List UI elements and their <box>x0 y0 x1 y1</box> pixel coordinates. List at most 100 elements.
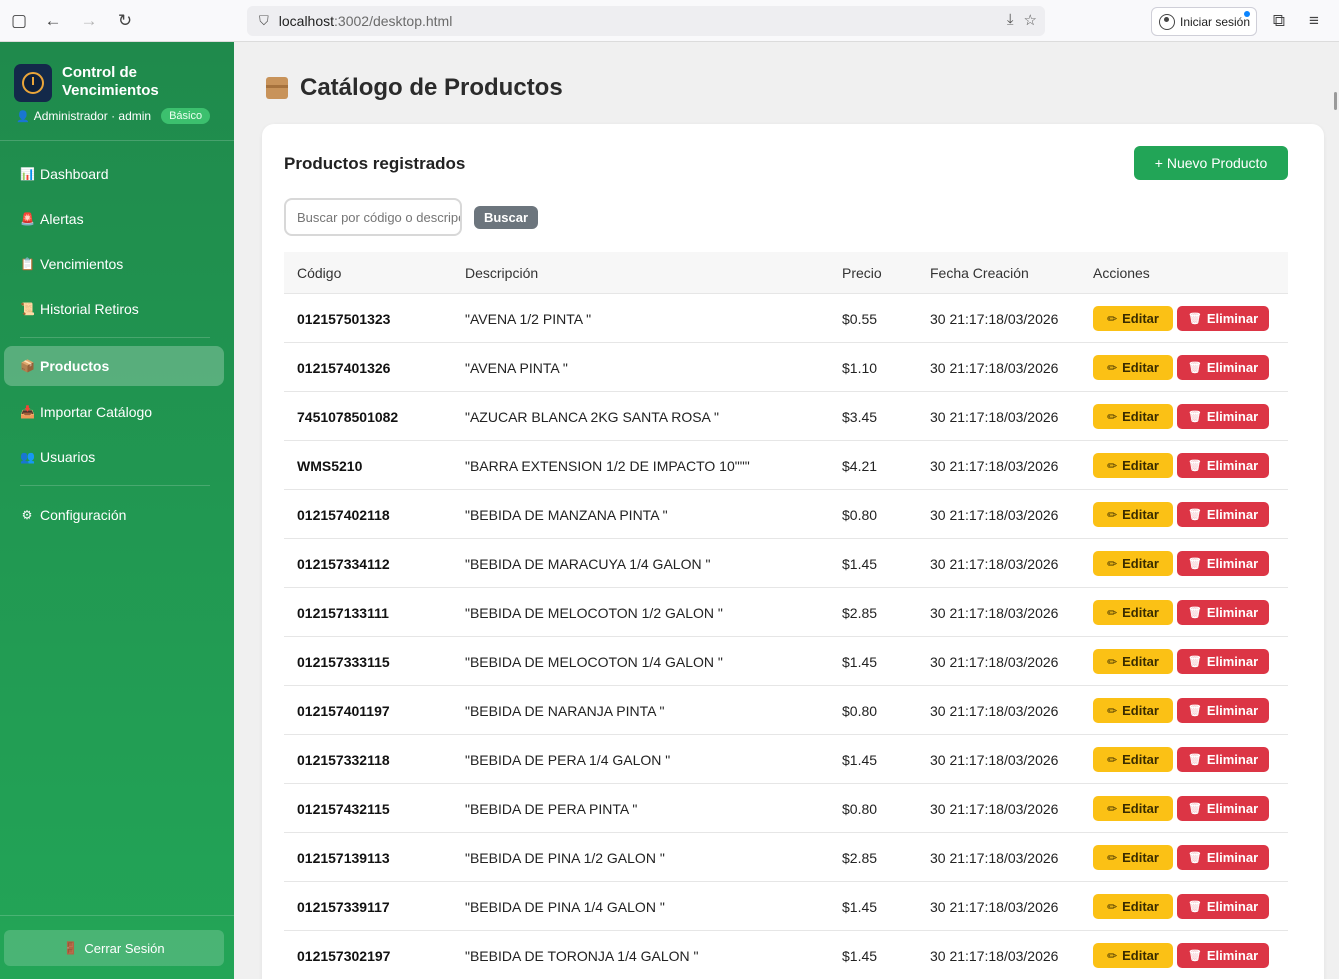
trash-icon: 🗑 <box>1187 460 1202 472</box>
divider <box>0 915 234 916</box>
edit-button[interactable]: ✏ Editar <box>1093 649 1173 674</box>
delete-button[interactable]: 🗑 Eliminar <box>1177 404 1269 429</box>
edit-button[interactable]: ✏ Editar <box>1093 943 1173 968</box>
scrollbar-thumb[interactable] <box>1334 92 1337 110</box>
edit-label: Editar <box>1122 703 1159 718</box>
column-header-actions: Acciones <box>1093 265 1150 281</box>
card-title: Productos registrados <box>284 154 466 173</box>
download-page-icon[interactable]: ⤓ <box>1007 11 1014 29</box>
product-created-date: 30 21:17:18/03/2026 <box>930 507 1059 523</box>
sidebar-item-configuracion[interactable]: ⚙ Configuración <box>4 495 224 535</box>
trash-icon: 🗑 <box>1187 754 1202 766</box>
divider <box>20 337 210 338</box>
edit-button[interactable]: ✏ Editar <box>1093 306 1173 331</box>
edit-button[interactable]: ✏ Editar <box>1093 747 1173 772</box>
delete-label: Eliminar <box>1206 850 1259 865</box>
signin-label: Iniciar sesión <box>1180 14 1251 29</box>
delete-button[interactable]: 🗑 Eliminar <box>1177 943 1269 968</box>
product-code: 7451078501082 <box>297 409 399 425</box>
delete-button[interactable]: 🗑 Eliminar <box>1177 747 1269 772</box>
new-product-button[interactable]: + Nuevo Producto <box>1134 146 1288 180</box>
edit-button[interactable]: ✏ Editar <box>1093 796 1173 821</box>
delete-button[interactable]: 🗑 Eliminar <box>1177 796 1269 821</box>
edit-label: Editar <box>1122 556 1159 571</box>
product-price: $1.45 <box>842 752 878 768</box>
product-created-date: 30 21:17:18/03/2026 <box>930 311 1059 327</box>
product-price: $1.10 <box>842 360 878 376</box>
delete-button[interactable]: 🗑 Eliminar <box>1177 698 1269 723</box>
product-code: 012157339117 <box>297 899 390 915</box>
sidebar-item-label: Alertas <box>40 211 84 227</box>
delete-button[interactable]: 🗑 Eliminar <box>1177 502 1269 527</box>
column-header-description[interactable]: Descripción <box>465 265 538 281</box>
edit-button[interactable]: ✏ Editar <box>1093 894 1173 919</box>
sidebar-item-usuarios[interactable]: 👥 Usuarios <box>4 437 224 477</box>
product-description: "BEBIDA DE MANZANA PINTA " <box>465 507 668 523</box>
product-created-date: 30 21:17:18/03/2026 <box>930 605 1059 621</box>
sidebar-item-vencimientos[interactable]: 📋 Vencimientos <box>4 244 224 284</box>
edit-button[interactable]: ✏ Editar <box>1093 502 1173 527</box>
edit-button[interactable]: ✏ Editar <box>1093 355 1173 380</box>
brand: Control de Vencimientos <box>14 64 182 102</box>
delete-label: Eliminar <box>1206 801 1259 816</box>
edit-button[interactable]: ✏ Editar <box>1093 698 1173 723</box>
delete-button[interactable]: 🗑 Eliminar <box>1177 845 1269 870</box>
edit-button[interactable]: ✏ Editar <box>1093 453 1173 478</box>
table-header: Código Descripción Precio Fecha Creación… <box>284 252 1288 294</box>
bookmark-star-icon[interactable]: ☆ <box>1024 11 1037 29</box>
search-input[interactable] <box>284 198 462 236</box>
column-header-code[interactable]: Código <box>297 265 341 281</box>
sidebar-item-dashboard[interactable]: 📊 Dashboard <box>4 154 224 194</box>
table-row: 012157339117 "BEBIDA DE PINA 1/4 GALON " $… <box>284 882 1288 931</box>
product-description: "BEBIDA DE TORONJA 1/4 GALON " <box>465 948 699 964</box>
address-bar[interactable]: ⛉ localhost:3002/desktop.html ⤓ ☆ <box>247 6 1045 36</box>
edit-button[interactable]: ✏ Editar <box>1093 551 1173 576</box>
back-arrow-icon[interactable]: ← <box>40 8 66 34</box>
pencil-icon: ✏ <box>1107 703 1118 718</box>
delete-button[interactable]: 🗑 Eliminar <box>1177 649 1269 674</box>
trash-icon: 🗑 <box>1187 607 1202 619</box>
table-row: 012157332118 "BEBIDA DE PERA 1/4 GALON " $… <box>284 735 1288 784</box>
column-header-price[interactable]: Precio <box>842 265 882 281</box>
delete-button[interactable]: 🗑 Eliminar <box>1177 453 1269 478</box>
product-description: "AVENA PINTA " <box>465 360 568 376</box>
extensions-icon[interactable]: ⧉ <box>1266 8 1292 34</box>
table-row: 012157501323 "AVENA 1/2 PINTA " $0.55 30 21… <box>284 294 1288 343</box>
table-body: 012157501323 "AVENA 1/2 PINTA " $0.55 30 21… <box>284 294 1288 979</box>
edit-button[interactable]: ✏ Editar <box>1093 600 1173 625</box>
search-button[interactable]: Buscar <box>474 206 538 229</box>
browser-toolbar: ▢ ← → ↻ ⛉ localhost:3002/desktop.html ⤓ … <box>0 0 1339 42</box>
url-host: localhost <box>278 13 335 29</box>
edit-button[interactable]: ✏ Editar <box>1093 404 1173 429</box>
delete-button[interactable]: 🗑 Eliminar <box>1177 600 1269 625</box>
reload-icon[interactable]: ↻ <box>112 8 138 34</box>
delete-label: Eliminar <box>1206 409 1259 424</box>
delete-label: Eliminar <box>1206 605 1259 620</box>
product-price: $0.55 <box>842 311 878 327</box>
pencil-icon: ✏ <box>1107 409 1118 424</box>
product-created-date: 30 21:17:18/03/2026 <box>930 948 1059 964</box>
sidebar-item-productos[interactable]: 📦 Productos <box>4 346 224 386</box>
delete-button[interactable]: 🗑 Eliminar <box>1177 894 1269 919</box>
menu-icon[interactable]: ≡ <box>1301 8 1327 34</box>
pencil-icon: ✏ <box>1107 556 1118 571</box>
sidebar: Control de Vencimientos 👤 Administrador … <box>0 42 234 979</box>
edit-label: Editar <box>1122 458 1159 473</box>
column-header-created[interactable]: Fecha Creación <box>930 265 1029 281</box>
signin-button[interactable]: Iniciar sesión <box>1151 7 1257 36</box>
sidebar-item-historial-retiros[interactable]: 📜 Historial Retiros <box>4 289 224 329</box>
forward-arrow-icon[interactable]: → <box>76 8 102 34</box>
logout-label: Cerrar Sesión <box>84 940 165 956</box>
edit-label: Editar <box>1122 311 1159 326</box>
pencil-icon: ✏ <box>1107 507 1118 522</box>
sidebar-item-importar-catalogo[interactable]: 📥 Importar Catálogo <box>4 392 224 432</box>
product-price: $0.80 <box>842 507 878 523</box>
delete-button[interactable]: 🗑 Eliminar <box>1177 551 1269 576</box>
sidebar-item-alertas[interactable]: 🚨 Alertas <box>4 199 224 239</box>
edit-button[interactable]: ✏ Editar <box>1093 845 1173 870</box>
delete-button[interactable]: 🗑 Eliminar <box>1177 355 1269 380</box>
logout-button[interactable]: 🚪 Cerrar Sesión <box>4 930 224 966</box>
delete-label: Eliminar <box>1206 311 1259 326</box>
delete-button[interactable]: 🗑 Eliminar <box>1177 306 1269 331</box>
tab-overview-icon[interactable]: ▢ <box>6 8 32 34</box>
